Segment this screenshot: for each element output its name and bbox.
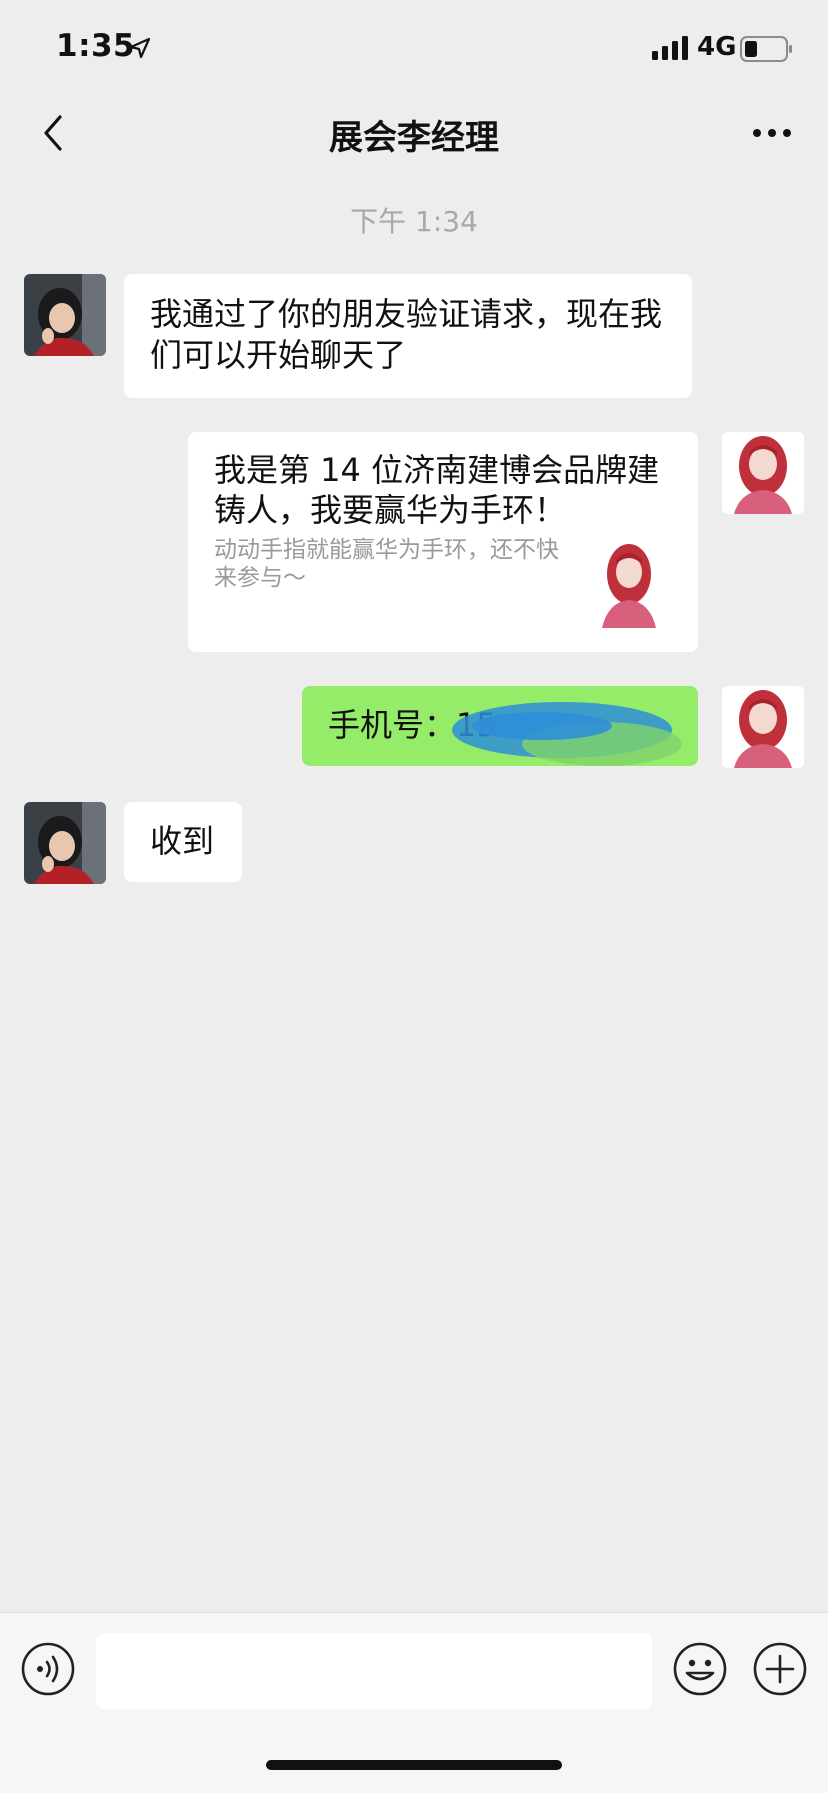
voice-icon[interactable] (20, 1641, 76, 1697)
network-type: 4G (697, 32, 737, 62)
plus-icon[interactable] (752, 1641, 808, 1697)
contact-avatar[interactable] (24, 802, 106, 884)
nav-bar: 展会李经理 (0, 100, 828, 166)
status-time: 1:35 (56, 28, 136, 64)
redaction-scribble (452, 702, 682, 766)
message-text: 我通过了你的朋友验证请求，现在我们可以开始聊天了 (150, 295, 663, 374)
chat-timestamp: 下午 1:34 (350, 205, 478, 238)
emoji-icon[interactable] (672, 1641, 728, 1697)
contact-avatar[interactable] (24, 274, 106, 356)
chat-title: 展会李经理 (329, 118, 499, 158)
battery-icon (740, 36, 792, 62)
message-bubble-received[interactable]: 我通过了你的朋友验证请求，现在我们可以开始聊天了 (124, 274, 692, 398)
link-card-description: 动动手指就能赢华为手环，还不快来参与～ (214, 537, 559, 591)
message-input[interactable] (96, 1633, 652, 1709)
message-bubble-received[interactable]: 收到 (124, 802, 242, 882)
self-avatar[interactable] (722, 686, 804, 768)
self-avatar[interactable] (722, 432, 804, 514)
location-arrow-icon (129, 37, 151, 59)
status-bar: 1:35 4G (0, 0, 828, 100)
signal-bars-icon (652, 36, 688, 60)
more-button[interactable] (746, 110, 798, 156)
link-card-title: 我是第 14 位济南建博会品牌建铸人，我要赢华为手环！ (214, 451, 660, 529)
link-card-message[interactable]: 我是第 14 位济南建博会品牌建铸人，我要赢华为手环！ 动动手指就能赢华为手环，… (188, 432, 698, 652)
more-dots-icon (753, 129, 791, 137)
link-card-thumbnail (594, 538, 664, 628)
message-text: 收到 (150, 822, 215, 860)
home-indicator (266, 1760, 562, 1770)
